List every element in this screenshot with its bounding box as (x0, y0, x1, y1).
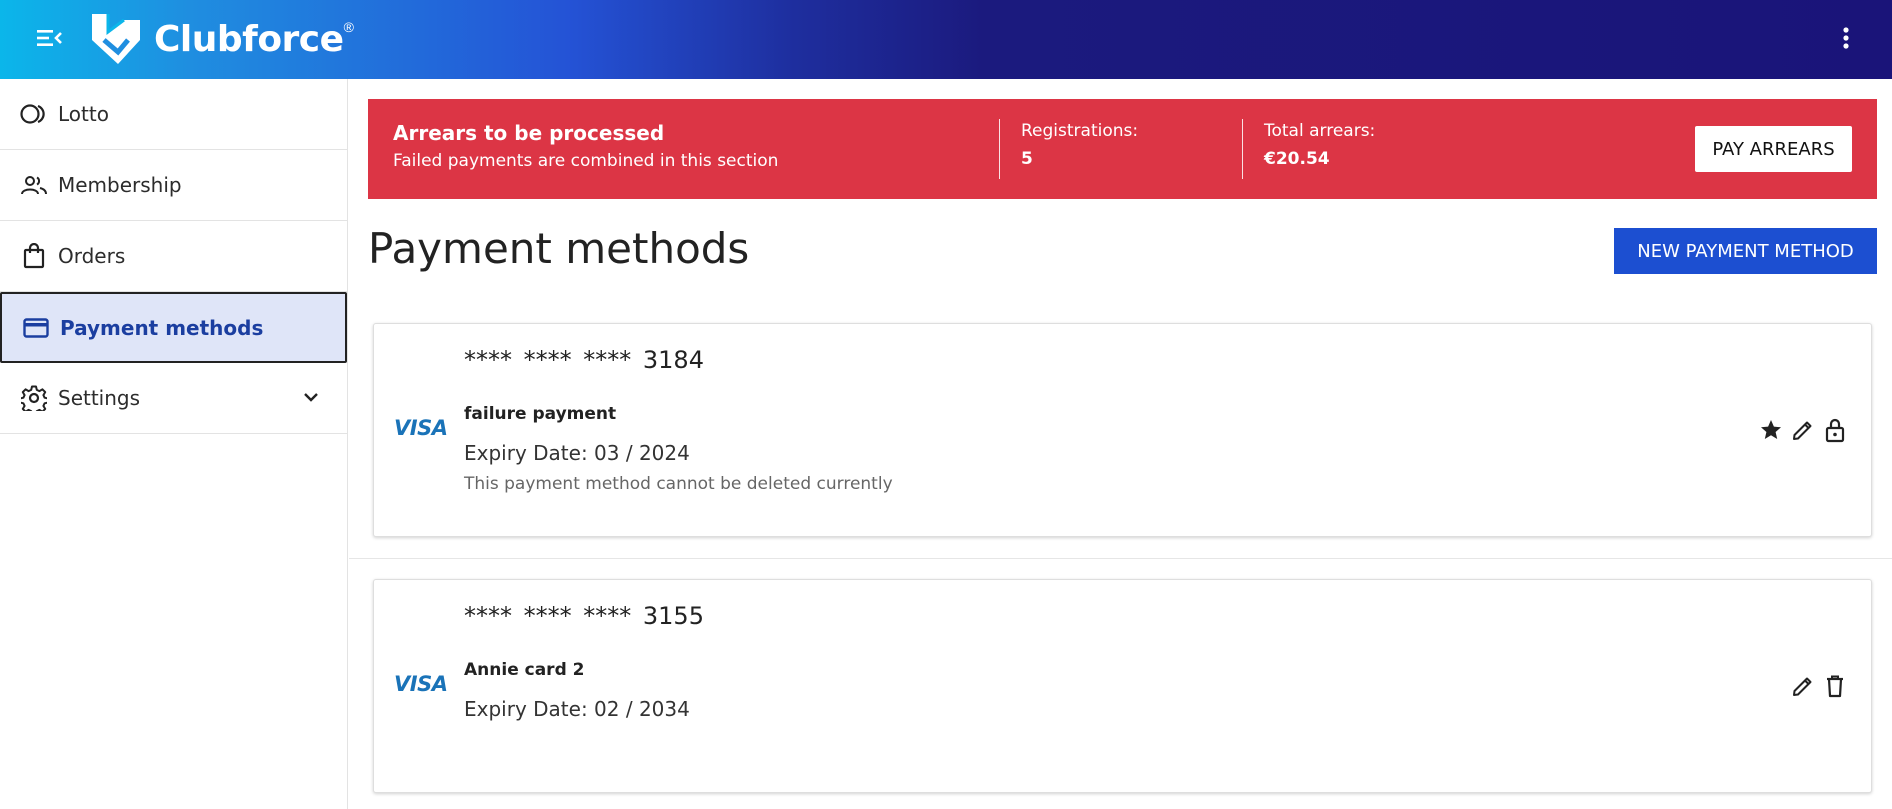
page-title: Payment methods (368, 224, 750, 273)
main-content: Arrears to be processed Failed payments … (349, 79, 1892, 809)
more-vertical-icon[interactable] (1834, 22, 1858, 54)
sidebar-item-payment-methods[interactable]: Payment methods (0, 292, 347, 363)
sidebar-item-label: Membership (58, 173, 182, 197)
card-expiry: Expiry Date: 03 / 2024 (464, 441, 690, 465)
lock-icon[interactable] (1821, 416, 1849, 444)
trash-icon[interactable] (1821, 672, 1849, 700)
lotto-icon (20, 100, 48, 128)
new-payment-method-button[interactable]: NEW PAYMENT METHOD (1614, 228, 1877, 274)
total-arrears-value: €20.54 (1264, 149, 1330, 169)
registrations-stat: Registrations: 5 (1021, 121, 1138, 169)
card-actions (1757, 416, 1849, 444)
pay-arrears-button[interactable]: PAY ARREARS (1695, 126, 1852, 172)
pencil-icon[interactable] (1789, 416, 1817, 444)
sidebar-item-orders[interactable]: Orders (0, 221, 347, 292)
sidebar-item-label: Orders (58, 244, 126, 268)
card-expiry: Expiry Date: 02 / 2034 (464, 697, 690, 721)
sidebar-item-settings[interactable]: Settings (0, 363, 347, 434)
sidebar-item-membership[interactable]: Membership (0, 150, 347, 221)
clubforce-logo[interactable]: Clubforce ® (88, 10, 354, 68)
sidebar-item-label: Settings (58, 386, 141, 410)
shopping-bag-icon (20, 242, 48, 270)
gear-icon (20, 384, 48, 412)
star-icon[interactable] (1757, 416, 1785, 444)
card-name: failure payment (464, 404, 617, 424)
payment-card[interactable]: VISA **** **** **** 3184 failure payment… (373, 323, 1872, 537)
card-actions (1789, 672, 1849, 700)
sidebar-item-label: Payment methods (60, 315, 264, 340)
total-arrears-label: Total arrears: (1264, 121, 1376, 141)
arrears-banner: Arrears to be processed Failed payments … (368, 99, 1877, 199)
total-arrears-stat: Total arrears: €20.54 (1264, 121, 1375, 169)
registrations-value: 5 (1021, 149, 1033, 169)
chevron-down-icon[interactable] (301, 387, 321, 407)
divider (1242, 119, 1243, 179)
sidebar-item-label: Lotto (58, 102, 109, 126)
card-note: This payment method cannot be deleted cu… (464, 474, 893, 494)
visa-logo: VISA (394, 416, 448, 440)
registrations-label: Registrations: (1021, 121, 1139, 141)
credit-card-icon (22, 314, 50, 342)
divider (999, 119, 1000, 179)
people-icon (20, 171, 48, 199)
payment-card[interactable]: VISA **** **** **** 3155 Annie card 2 Ex… (373, 579, 1872, 793)
clubforce-shield-icon (92, 14, 140, 64)
card-name: Annie card 2 (464, 660, 585, 680)
pencil-icon[interactable] (1789, 672, 1817, 700)
card-separator (349, 558, 1892, 559)
brand-name: Clubforce (154, 18, 344, 60)
top-app-bar: Clubforce ® (0, 0, 1892, 79)
menu-collapse-icon[interactable] (34, 22, 66, 54)
sidebar: Lotto Membership Orders Payment methods … (0, 79, 348, 809)
registered-mark: ® (343, 19, 354, 35)
arrears-title: Arrears to be processed (393, 121, 665, 145)
visa-logo: VISA (394, 672, 448, 696)
sidebar-item-lotto[interactable]: Lotto (0, 79, 347, 150)
card-number: **** **** **** 3155 (464, 602, 704, 630)
card-number: **** **** **** 3184 (464, 346, 704, 374)
arrears-subtitle: Failed payments are combined in this sec… (393, 151, 779, 171)
